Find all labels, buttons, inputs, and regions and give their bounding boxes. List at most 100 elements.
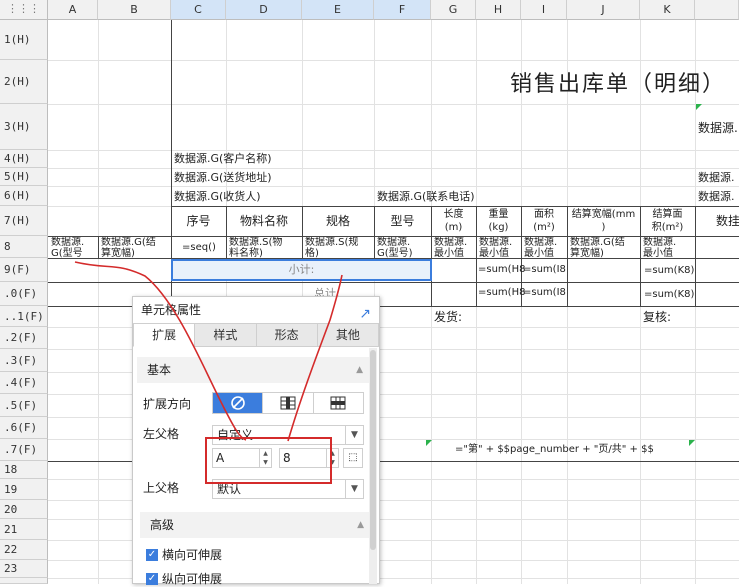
row-header[interactable]: 1(H)	[0, 20, 48, 60]
vertical-expand-option[interactable]	[263, 393, 314, 413]
column-header-k[interactable]: K	[640, 0, 695, 20]
cell-a8[interactable]: 数据源. G(型号	[51, 237, 97, 259]
expand-direction-selector	[212, 392, 364, 414]
row-header[interactable]: ..1(F)	[0, 306, 48, 327]
row-header[interactable]: 19	[0, 479, 48, 500]
row-header[interactable]: 22	[0, 540, 48, 560]
header-seq[interactable]: 序号	[171, 214, 226, 228]
row-header[interactable]: 9(F)	[0, 258, 48, 282]
row-header[interactable]: .7(F)	[0, 439, 48, 461]
column-header-a[interactable]: A	[48, 0, 98, 20]
cell-h9[interactable]: =sum(H8	[478, 263, 525, 277]
header-spec[interactable]: 规格	[302, 214, 374, 228]
cell-picker-icon[interactable]: ⬚	[343, 448, 363, 468]
label-upper-parent: 上父格	[143, 481, 180, 495]
cell-c5[interactable]: 数据源.G(送货地址)	[174, 171, 272, 185]
column-header-d[interactable]: D	[226, 0, 302, 20]
row-header[interactable]: 23	[0, 560, 48, 578]
tab-form[interactable]: 形态	[256, 323, 318, 347]
row-header[interactable]: 21	[0, 519, 48, 540]
header-width[interactable]: 结算宽幅(mm )	[567, 208, 640, 234]
h-expand-checkbox[interactable]: ✓ 横向可伸展	[146, 546, 222, 563]
checkbox-checked-icon: ✓	[146, 572, 158, 585]
row-header[interactable]: 4(H)	[0, 150, 48, 168]
header-weight[interactable]: 重量 (kg)	[476, 208, 521, 234]
row-header[interactable]: .6(F)	[0, 417, 48, 439]
cell-k8[interactable]: 数据源. 最小值	[643, 237, 695, 259]
column-header-c[interactable]: C	[171, 0, 226, 20]
cell-k3[interactable]: 数据源.	[698, 121, 738, 135]
column-header-i[interactable]: I	[521, 0, 567, 20]
cell-k10[interactable]: =sum(K8)	[644, 288, 694, 302]
collapse-icon: ▲	[357, 520, 364, 530]
cell-b8[interactable]: 数据源.G(结 算宽幅)	[101, 237, 171, 259]
cell-i8[interactable]: 数据源. 最小值	[524, 237, 567, 259]
cell-h8[interactable]: 数据源. 最小值	[479, 237, 521, 259]
row-header[interactable]: 6(H)	[0, 186, 48, 206]
label-expand-direction: 扩展方向	[143, 397, 192, 411]
cell-j8[interactable]: 数据源.G(结 算宽幅)	[570, 237, 640, 259]
column-header-e[interactable]: E	[302, 0, 374, 20]
row-header[interactable]: .5(F)	[0, 394, 48, 417]
panel-scrollbar[interactable]	[369, 348, 377, 584]
cell-ship[interactable]: 发货:	[434, 310, 462, 324]
selected-cell-subtotal[interactable]: 小计:	[171, 259, 432, 281]
section-advanced[interactable]: 高级 ▲	[140, 512, 372, 538]
no-expand-option[interactable]	[213, 393, 264, 413]
collapse-icon: ▲	[356, 365, 363, 375]
cell-review[interactable]: 复核:	[643, 310, 671, 324]
cell-k9[interactable]: =sum(K8)	[644, 264, 694, 278]
header-settle-area[interactable]: 结算面 积(m²)	[640, 208, 695, 234]
panel-tabs: 扩展 样式 形态 其他	[133, 323, 379, 347]
horizontal-expand-option[interactable]	[314, 393, 363, 413]
header-area[interactable]: 面积 (m²)	[521, 208, 567, 234]
cell-i9[interactable]: =sum(I8	[523, 263, 566, 277]
header-material[interactable]: 物料名称	[226, 214, 302, 228]
report-title[interactable]: 销售出库单（明细）	[510, 66, 726, 98]
cell-d8[interactable]: 数据源.S(物 料名称)	[229, 237, 302, 259]
section-basic[interactable]: 基本 ▲	[137, 357, 371, 383]
column-header-h[interactable]: H	[476, 0, 521, 20]
cell-h10[interactable]: =sum(H8	[478, 286, 525, 300]
row-header[interactable]	[0, 578, 48, 584]
cell-f6[interactable]: 数据源.G(联系电话)	[377, 190, 475, 204]
row-header[interactable]: 5(H)	[0, 168, 48, 186]
cell-i10[interactable]: =sum(I8	[523, 286, 566, 300]
row-header[interactable]: 7(H)	[0, 206, 48, 236]
cell-g8[interactable]: 数据源. 最小值	[434, 237, 476, 259]
cell-c4[interactable]: 数据源.G(客户名称)	[174, 152, 272, 166]
row-header[interactable]: 8	[0, 236, 48, 258]
v-expand-checkbox[interactable]: ✓ 纵向可伸展	[146, 570, 222, 587]
row-header[interactable]: 2(H)	[0, 60, 48, 104]
cell-l7[interactable]: 数挂	[716, 214, 739, 228]
pin-icon[interactable]: ↗	[359, 301, 371, 327]
chevron-down-icon: ▼	[345, 426, 363, 444]
cell-k6[interactable]: 数据源.	[698, 190, 735, 204]
scrollbar-thumb[interactable]	[370, 350, 376, 550]
column-header-g[interactable]: G	[431, 0, 476, 20]
row-header[interactable]: 20	[0, 500, 48, 519]
tab-style[interactable]: 样式	[195, 323, 257, 347]
row-header[interactable]: .2(F)	[0, 327, 48, 349]
header-model[interactable]: 型号	[374, 214, 431, 228]
cell-k5[interactable]: 数据源.	[698, 171, 735, 185]
column-header-b[interactable]: B	[98, 0, 171, 20]
cell-page-formula[interactable]: ="第" + $$page_number + "页/共" + $$	[455, 443, 654, 457]
grid-icon[interactable]: ⋮⋮⋮	[0, 0, 48, 20]
row-header[interactable]: .4(F)	[0, 372, 48, 394]
cell-e8[interactable]: 数据源.S(规 格)	[305, 237, 374, 259]
cell-c8[interactable]: =seq()	[182, 241, 216, 255]
cell-c6[interactable]: 数据源.G(收货人)	[174, 190, 261, 204]
row-header[interactable]: .3(F)	[0, 349, 48, 372]
horizontal-expand-icon	[330, 396, 346, 410]
column-header-f[interactable]: F	[374, 0, 431, 20]
column-header-j[interactable]: J	[567, 0, 640, 20]
row-header[interactable]: 18	[0, 461, 48, 479]
vertical-expand-icon	[280, 396, 296, 410]
tab-expand[interactable]: 扩展	[133, 323, 196, 347]
row-header[interactable]: 3(H)	[0, 104, 48, 150]
header-length[interactable]: 长度 (m)	[431, 208, 476, 234]
row-header[interactable]: .0(F)	[0, 282, 48, 306]
cell-f8[interactable]: 数据源. G(型号)	[377, 237, 431, 259]
column-header-l[interactable]	[695, 0, 739, 20]
